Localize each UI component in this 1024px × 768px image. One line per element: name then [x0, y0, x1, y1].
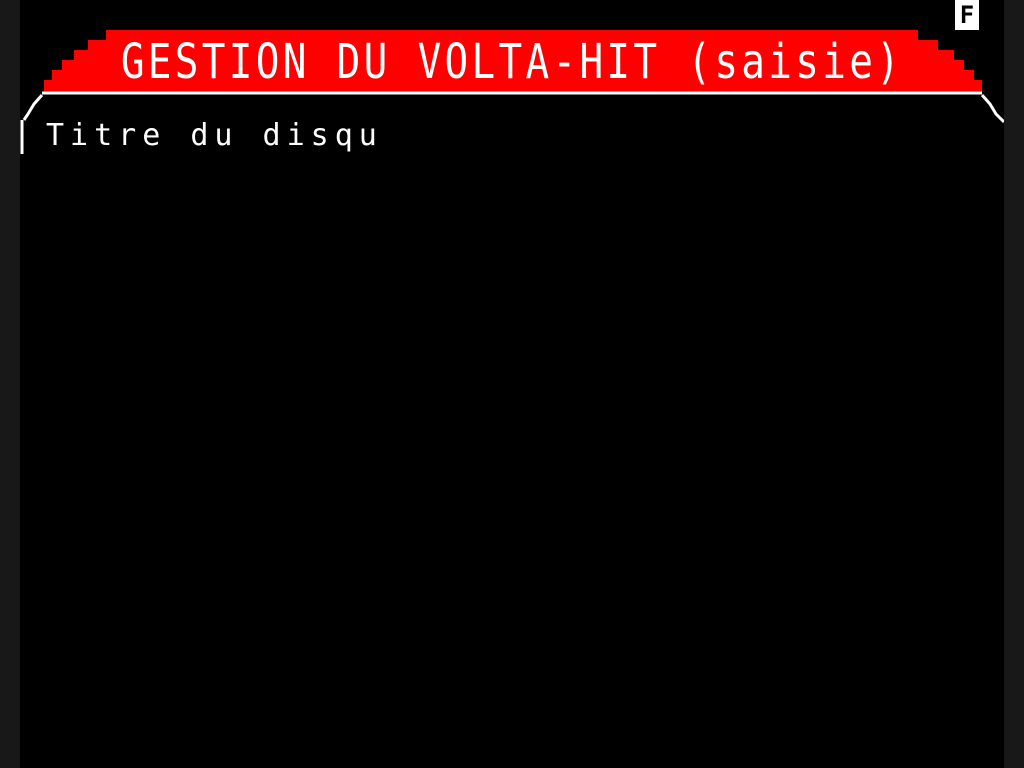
minitel-screen: F GESTION DU VOLTA-HIT (saisie) Titre du…	[20, 0, 1004, 768]
title-banner: GESTION DU VOLTA-HIT (saisie)	[20, 30, 1004, 92]
status-indicator: F	[955, 0, 979, 30]
page-title: GESTION DU VOLTA-HIT (saisie)	[120, 34, 904, 90]
disc-title-field-label: Titre du disqu	[46, 118, 383, 153]
